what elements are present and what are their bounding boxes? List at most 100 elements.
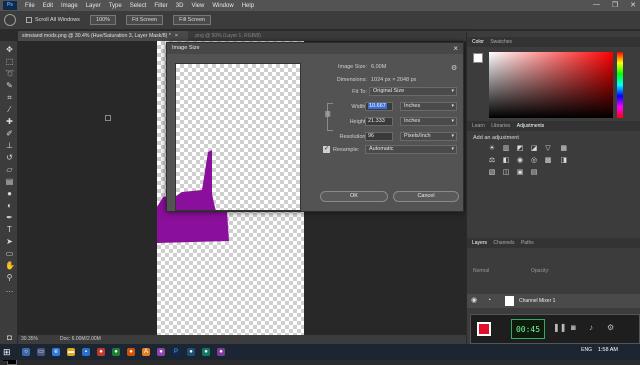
windows-start-icon[interactable]: ⊞ bbox=[3, 347, 15, 357]
settings-gear-icon[interactable]: ⚙ bbox=[451, 64, 457, 72]
dialog-title-bar[interactable]: Image Size × bbox=[167, 43, 463, 54]
path-selection-tool-icon[interactable]: ➤ bbox=[5, 237, 14, 246]
fit-to-select[interactable]: Original Size bbox=[369, 87, 457, 96]
hue-saturation-icon[interactable]: ▦ bbox=[560, 145, 568, 153]
zoom-level-readout[interactable]: 30.35% bbox=[21, 335, 38, 344]
layer-mask-thumbnail[interactable] bbox=[505, 296, 514, 306]
settings-icon[interactable]: ⚙ bbox=[607, 323, 614, 332]
scroll-all-windows-checkbox[interactable] bbox=[26, 17, 32, 23]
tab-paths[interactable]: Paths bbox=[521, 240, 534, 246]
color-panel-foreground-swatch[interactable] bbox=[473, 53, 483, 63]
layer-name[interactable]: Channel Mixer 1 bbox=[519, 294, 555, 308]
color-balance-icon[interactable]: ⚖ bbox=[488, 157, 496, 165]
close-window-button[interactable]: ✕ bbox=[630, 1, 636, 9]
hue-slider[interactable] bbox=[617, 52, 623, 118]
menu-window[interactable]: Window bbox=[212, 3, 233, 9]
document-tab-active[interactable]: simsiand mods.png @ 30.4% (Hue/Saturatio… bbox=[18, 31, 188, 41]
exposure-icon[interactable]: ◪ bbox=[530, 145, 538, 153]
app-icon-blue[interactable]: ● bbox=[187, 348, 195, 356]
width-input[interactable]: 10.667 bbox=[365, 102, 393, 111]
zoom-tool-icon[interactable]: ⚲ bbox=[5, 273, 14, 282]
resolution-unit-select[interactable]: Pixels/Inch bbox=[400, 132, 457, 141]
minimize-button[interactable]: — bbox=[593, 1, 600, 9]
tab-adjustments[interactable]: Adjustments bbox=[517, 123, 545, 129]
photoshop-taskbar-icon[interactable]: P bbox=[172, 348, 180, 356]
resample-checkbox[interactable]: ✓ bbox=[323, 146, 330, 153]
hand-tool-icon[interactable]: ✋ bbox=[5, 261, 15, 270]
lasso-tool-icon[interactable]: ➰ bbox=[5, 69, 15, 78]
healing-tool-icon[interactable]: ✚ bbox=[5, 117, 14, 126]
history-brush-tool-icon[interactable]: ↺ bbox=[5, 153, 14, 162]
language-indicator[interactable]: ENG bbox=[581, 347, 592, 353]
edge-browser-icon[interactable]: e bbox=[52, 348, 60, 356]
eraser-tool-icon[interactable]: ▱ bbox=[5, 165, 14, 174]
width-unit-select[interactable]: Inches bbox=[400, 102, 457, 111]
posterize-icon[interactable]: ▧ bbox=[488, 169, 496, 177]
quick-mask-icon[interactable]: ◘ bbox=[5, 333, 14, 342]
app-icon-purple[interactable]: ● bbox=[157, 348, 165, 356]
move-tool-icon[interactable]: ✥ bbox=[5, 45, 14, 54]
vibrance-icon[interactable]: ▽ bbox=[544, 145, 552, 153]
dialog-preview[interactable] bbox=[175, 63, 301, 211]
task-view-icon[interactable]: ▭ bbox=[37, 348, 45, 356]
crop-tool-icon[interactable]: ⌗ bbox=[5, 93, 14, 102]
illustrator-icon[interactable]: A bbox=[142, 348, 150, 356]
app-icon-red[interactable]: ● bbox=[97, 348, 105, 356]
maximize-button[interactable]: ❐ bbox=[612, 1, 618, 9]
selective-color-icon[interactable]: ▣ bbox=[516, 169, 524, 177]
pen-tool-icon[interactable]: ✒ bbox=[5, 213, 14, 222]
color-lookup-icon[interactable]: ▩ bbox=[544, 157, 552, 165]
menu-edit[interactable]: Edit bbox=[43, 3, 53, 9]
taskbar-clock[interactable]: 1:58 AM bbox=[598, 347, 618, 353]
menu-help[interactable]: Help bbox=[242, 3, 254, 9]
ok-button[interactable]: OK bbox=[320, 191, 388, 202]
invert-icon[interactable]: ◨ bbox=[560, 157, 568, 165]
store-icon[interactable]: ▪ bbox=[82, 348, 90, 356]
search-icon[interactable]: ○ bbox=[22, 348, 30, 356]
photo-filter-icon[interactable]: ◉ bbox=[516, 157, 524, 165]
cancel-button[interactable]: Cancel bbox=[393, 191, 459, 202]
recorder-taskbar-icon[interactable]: ● bbox=[202, 348, 210, 356]
app-icon-green[interactable]: ● bbox=[112, 348, 120, 356]
pause-icon[interactable]: ❚❚ bbox=[553, 323, 566, 332]
blend-mode-select[interactable]: Normal bbox=[473, 268, 489, 274]
blur-tool-icon[interactable]: ● bbox=[5, 189, 14, 198]
visibility-eye-icon[interactable]: ◉ bbox=[471, 294, 477, 308]
tab-close-icon[interactable]: × bbox=[175, 33, 178, 39]
tab-learn[interactable]: Learn bbox=[472, 123, 485, 129]
shape-tool-icon[interactable]: ▭ bbox=[5, 249, 14, 258]
tab-libraries[interactable]: Libraries bbox=[491, 123, 510, 129]
layer-row[interactable]: ◉ ◔ Channel Mixer 1 bbox=[467, 294, 640, 308]
camera-icon[interactable]: ◙ bbox=[571, 323, 576, 332]
menu-view[interactable]: View bbox=[191, 3, 204, 9]
gradient-tool-icon[interactable]: ▤ bbox=[5, 177, 14, 186]
threshold-icon[interactable]: ◫ bbox=[502, 169, 510, 177]
menu-layer[interactable]: Layer bbox=[86, 3, 101, 9]
menu-filter[interactable]: Filter bbox=[154, 3, 167, 9]
app-icon-violet[interactable]: ● bbox=[217, 348, 225, 356]
color-picker-field[interactable] bbox=[489, 52, 613, 118]
menu-select[interactable]: Select bbox=[130, 3, 147, 9]
tab-swatches[interactable]: Swatches bbox=[490, 39, 512, 45]
fill-screen-button[interactable]: Fill Screen bbox=[173, 15, 212, 25]
document-tab-background[interactable]: .png @ 50% (Layer 1, RGB/8) bbox=[194, 31, 261, 41]
menu-image[interactable]: Image bbox=[61, 3, 78, 9]
more-tools-icon[interactable]: … bbox=[5, 285, 14, 294]
chain-link-icon[interactable]: ⛓ bbox=[324, 111, 332, 118]
resolution-input[interactable]: 96 bbox=[365, 132, 393, 141]
quick-select-tool-icon[interactable]: ✎ bbox=[5, 81, 14, 90]
menu-3d[interactable]: 3D bbox=[176, 3, 184, 9]
microphone-icon[interactable]: ♪ bbox=[589, 323, 593, 332]
channel-mixer-icon[interactable]: ◎ bbox=[530, 157, 538, 165]
resample-select[interactable]: Automatic bbox=[365, 145, 457, 154]
levels-icon[interactable]: ▥ bbox=[502, 145, 510, 153]
height-input[interactable]: 21.333 bbox=[365, 117, 393, 126]
menu-type[interactable]: Type bbox=[109, 3, 122, 9]
tab-layers[interactable]: Layers bbox=[472, 240, 487, 246]
marquee-tool-icon[interactable]: ⬚ bbox=[5, 57, 14, 66]
dialog-close-icon[interactable]: × bbox=[453, 43, 458, 54]
dodge-tool-icon[interactable]: ◐ bbox=[5, 201, 14, 210]
brush-tool-icon[interactable]: ✐ bbox=[5, 129, 14, 138]
file-explorer-icon[interactable]: ▬ bbox=[67, 348, 75, 356]
type-tool-icon[interactable]: T bbox=[5, 225, 14, 234]
